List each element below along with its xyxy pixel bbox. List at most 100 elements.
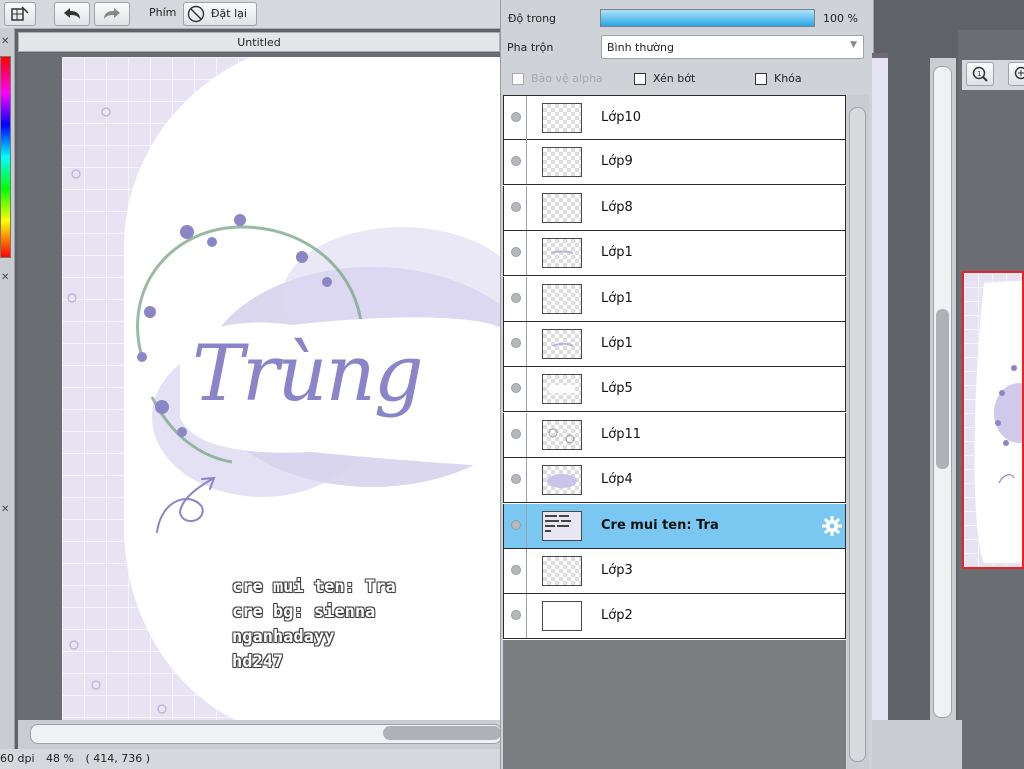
layer-name: Lớp1: [601, 290, 633, 306]
visibility-toggle-icon[interactable]: [511, 201, 521, 212]
scroll-track[interactable]: [933, 66, 952, 718]
divider: [526, 276, 527, 321]
blend-label: Pha trộn: [507, 41, 554, 54]
scroll-thumb[interactable]: [936, 309, 949, 469]
undo-button[interactable]: [54, 2, 90, 26]
clip-label: Xén bớt: [653, 72, 696, 85]
layout-button[interactable]: [4, 2, 36, 26]
corner-area: [872, 720, 962, 769]
navigator-toolbar: 1: [962, 60, 1024, 90]
layer-row[interactable]: Lớp1: [503, 276, 846, 322]
layer-list: Lớp10 Lớp9 Lớp8 Lớp1 Lớp1 Lớp1 Lớp5 Lớp11 Lớp4 Cr…: [503, 95, 846, 640]
zoom-actual-button[interactable]: 1: [966, 62, 994, 86]
divider: [526, 458, 527, 503]
layer-thumbnail: [542, 238, 582, 269]
canvas-area[interactable]: Trùng cre mui ten: Tra cre bg: sienna ng…: [18, 53, 500, 720]
close-icon[interactable]: ✕: [1, 36, 9, 47]
visibility-toggle-icon[interactable]: [511, 383, 521, 394]
layer-row[interactable]: Lớp3: [503, 549, 846, 594]
layer-thumbnail: [542, 329, 582, 359]
keys-label: Phím: [149, 6, 177, 19]
layer-name: Lớp11: [601, 426, 641, 442]
visibility-toggle-icon[interactable]: [511, 156, 521, 167]
visibility-toggle-icon[interactable]: [511, 565, 521, 575]
gear-icon[interactable]: [821, 515, 843, 540]
divider: [526, 322, 527, 366]
layer-name: Lớp2: [601, 608, 633, 624]
layer-name: Lớp1: [601, 336, 633, 351]
layer-row[interactable]: Lớp5: [503, 367, 846, 413]
top-toolbar: Phím Đặt lại: [0, 0, 500, 29]
hue-slider[interactable]: [0, 56, 11, 258]
protect-alpha-checkbox[interactable]: [512, 73, 524, 85]
layer-row[interactable]: Lớp4: [503, 458, 846, 504]
scroll-track[interactable]: [30, 724, 502, 744]
layer-name: Lớp5: [601, 381, 633, 397]
visibility-toggle-icon[interactable]: [511, 519, 521, 530]
layer-row[interactable]: Cre mui ten: Tra: [503, 503, 846, 549]
layer-list-scrollbar[interactable]: [847, 95, 869, 769]
cursor-coords: ( 414, 736 ): [85, 752, 151, 765]
layer-thumbnail: [542, 374, 582, 405]
blend-mode-select[interactable]: Bình thường ▼: [601, 35, 864, 59]
reset-label: Đặt lại: [211, 7, 247, 20]
visibility-toggle-icon[interactable]: [511, 292, 521, 303]
layer-thumbnail: [542, 283, 582, 314]
layer-row[interactable]: Lớp1: [503, 322, 846, 367]
zoom-in-button[interactable]: [1008, 62, 1024, 86]
opacity-fill: [601, 10, 814, 26]
zoom-1x-icon: 1: [972, 66, 988, 82]
no-entry-icon: [187, 5, 205, 23]
blend-mode-value: Bình thường: [607, 41, 674, 54]
chevron-down-icon: ▼: [850, 40, 857, 50]
layer-row[interactable]: Lớp1: [503, 231, 846, 277]
artboard-edge: [872, 58, 888, 720]
visibility-toggle-icon[interactable]: [511, 112, 521, 122]
horizontal-scrollbar[interactable]: [18, 720, 502, 749]
clip-checkbox[interactable]: [634, 73, 646, 85]
layer-name: Lớp8: [601, 199, 633, 215]
layer-row[interactable]: Lớp11: [503, 412, 846, 458]
visibility-toggle-icon[interactable]: [511, 428, 521, 439]
redo-button[interactable]: [94, 2, 130, 26]
dpi-readout: 60 dpi: [0, 752, 35, 765]
divider: [526, 185, 527, 230]
close-icon[interactable]: ✕: [1, 272, 9, 283]
visibility-toggle-icon[interactable]: [511, 338, 521, 348]
protect-alpha-label: Bảo vệ alpha: [531, 72, 603, 85]
zoom-in-icon: [1014, 66, 1024, 80]
redo-icon: [104, 8, 120, 19]
opacity-slider[interactable]: [600, 9, 815, 27]
layer-thumbnail: [542, 601, 582, 632]
lock-checkbox[interactable]: [755, 73, 767, 85]
undo-icon: [64, 8, 80, 19]
svg-text:1: 1: [977, 70, 981, 78]
layer-row[interactable]: Lớp8: [503, 185, 846, 231]
scroll-thumb[interactable]: [383, 726, 501, 740]
visibility-toggle-icon[interactable]: [511, 247, 521, 258]
divider: [526, 96, 527, 140]
credits-line: cre mui ten: Tra: [232, 577, 396, 597]
visibility-toggle-icon[interactable]: [511, 610, 521, 621]
visibility-toggle-icon[interactable]: [511, 474, 521, 485]
layer-name: Cre mui ten: Tra: [601, 517, 719, 533]
navigator-preview[interactable]: [962, 271, 1024, 569]
layer-row[interactable]: Lớp9: [503, 140, 846, 186]
scroll-thumb[interactable]: [849, 107, 866, 762]
divider: [526, 412, 527, 457]
divider: [526, 231, 527, 276]
document-tab[interactable]: Untitled: [18, 32, 500, 52]
status-bar: 60 dpi 48 % ( 414, 736 ): [0, 749, 500, 769]
layout-icon: [11, 6, 29, 21]
vertical-scrollbar[interactable]: [930, 58, 956, 720]
reset-button[interactable]: Đặt lại: [183, 2, 257, 26]
layer-name: Lớp3: [601, 563, 633, 578]
layer-row[interactable]: Lớp2: [503, 594, 846, 640]
lock-label: Khóa: [774, 72, 802, 85]
layer-thumbnail: [542, 419, 582, 450]
layer-row[interactable]: Lớp10: [503, 95, 846, 140]
close-icon[interactable]: ✕: [1, 504, 9, 515]
layer-name: Lớp4: [601, 472, 633, 488]
layer-name: Lớp1: [601, 245, 633, 261]
credits-text: cre mui ten: Tra cre bg: sienna nganhada…: [232, 575, 396, 675]
